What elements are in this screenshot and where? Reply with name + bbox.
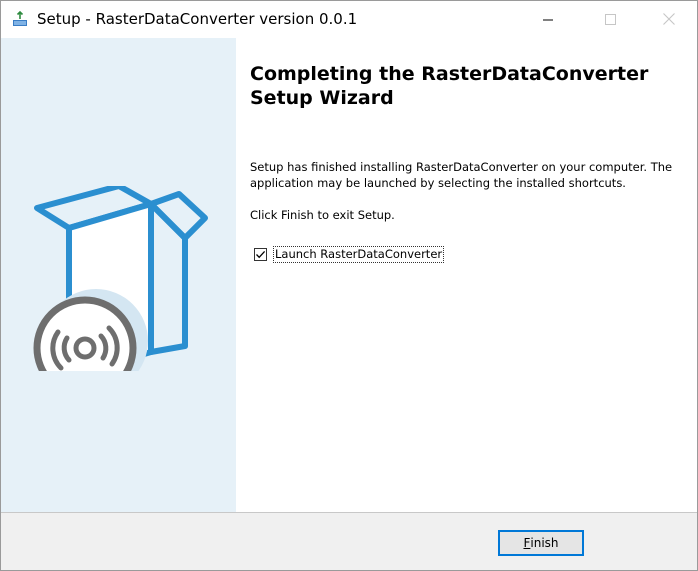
setup-app-icon	[11, 10, 29, 28]
window-title: Setup - RasterDataConverter version 0.0.…	[37, 10, 358, 28]
maximize-button[interactable]	[587, 1, 633, 38]
page-title: Completing the RasterDataConverter Setup…	[250, 63, 649, 109]
maximize-icon	[604, 10, 616, 29]
finish-label-rest: inish	[530, 536, 559, 550]
finish-button[interactable]: Finish	[498, 530, 584, 556]
title-bar[interactable]: Setup - RasterDataConverter version 0.0.…	[1, 1, 697, 38]
finish-accelerator: F	[523, 536, 531, 550]
minimize-icon	[543, 10, 553, 29]
close-icon	[663, 10, 675, 29]
finished-message: Setup has finished installing RasterData…	[250, 160, 673, 190]
launch-checkbox[interactable]	[254, 248, 267, 261]
launch-option[interactable]: Launch RasterDataConverter	[254, 246, 445, 263]
wizard-footer: Finish	[1, 513, 697, 570]
wizard-content: Completing the RasterDataConverter Setup…	[236, 38, 697, 512]
setup-window: Setup - RasterDataConverter version 0.0.…	[0, 0, 698, 571]
installer-box-disc-icon	[29, 183, 209, 400]
wizard-banner	[1, 38, 236, 512]
minimize-button[interactable]	[525, 1, 571, 38]
launch-checkbox-label[interactable]: Launch RasterDataConverter	[273, 246, 445, 263]
close-button[interactable]	[646, 1, 692, 38]
exit-instruction: Click Finish to exit Setup.	[250, 208, 395, 222]
